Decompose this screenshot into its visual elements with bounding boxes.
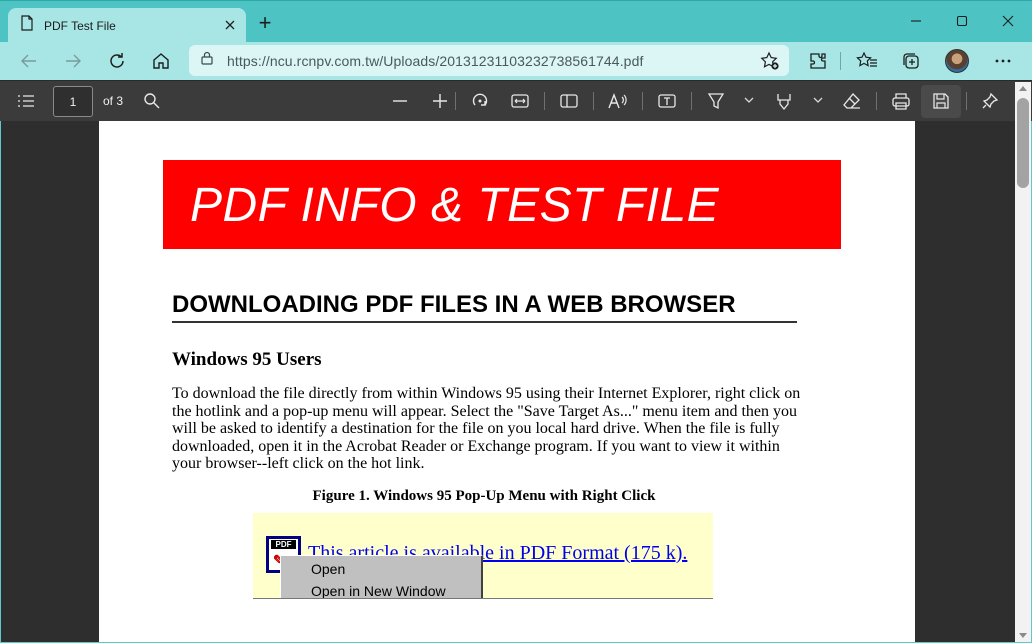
contents-icon[interactable] <box>15 90 37 112</box>
close-tab-icon[interactable] <box>222 17 238 33</box>
url-text[interactable]: https://ncu.rcnpv.com.tw/Uploads/2013123… <box>227 53 643 69</box>
lock-icon[interactable] <box>201 51 213 70</box>
title-banner: PDF INFO & TEST FILE <box>163 160 841 249</box>
profile-avatar[interactable] <box>945 49 969 73</box>
chevron-down-icon[interactable] <box>744 95 754 107</box>
pdf-page: PDF INFO & TEST FILE DOWNLOADING PDF FIL… <box>99 121 915 642</box>
chevron-down-icon[interactable] <box>813 95 823 107</box>
close-icon[interactable] <box>998 11 1018 31</box>
refresh-icon[interactable] <box>105 49 129 73</box>
body-paragraph: To download the file directly from withi… <box>172 385 801 472</box>
search-icon[interactable] <box>141 90 163 112</box>
fit-page-icon[interactable] <box>509 90 531 112</box>
title-bar: PDF Test File + <box>0 0 1032 43</box>
scroll-down-icon[interactable] <box>1019 633 1027 638</box>
navigation-bar: https://ncu.rcnpv.com.tw/Uploads/2013123… <box>0 42 1032 80</box>
read-aloud-icon[interactable] <box>607 90 629 112</box>
erase-icon[interactable] <box>841 90 863 112</box>
scroll-thumb[interactable] <box>1017 98 1029 188</box>
extensions-icon[interactable] <box>806 49 830 73</box>
context-menu: Open Open in New Window <box>280 555 483 599</box>
figure-image: PDF ✎ This article is available in PDF F… <box>253 513 713 599</box>
browser-tab[interactable]: PDF Test File <box>8 8 246 43</box>
back-icon[interactable] <box>17 49 41 73</box>
pdf-toolbar: 1 of 3 <box>0 80 1032 121</box>
menu-item-open-new-window: Open in New Window <box>311 583 446 599</box>
more-icon[interactable] <box>991 49 1015 73</box>
collections-icon[interactable] <box>899 49 923 73</box>
section-heading: DOWNLOADING PDF FILES IN A WEB BROWSER <box>172 291 797 323</box>
text-icon[interactable] <box>656 90 678 112</box>
favorites-icon[interactable] <box>855 49 879 73</box>
pdf-icon-label: PDF <box>271 540 296 549</box>
zoom-out-icon[interactable] <box>389 90 411 112</box>
tab-title: PDF Test File <box>44 18 116 33</box>
scroll-up-icon[interactable] <box>1019 86 1027 91</box>
figure-caption: Figure 1. Windows 95 Pop-Up Menu with Ri… <box>312 488 656 504</box>
document-icon <box>20 15 34 36</box>
banner-title: PDF INFO & TEST FILE <box>190 179 720 232</box>
minimize-icon[interactable] <box>906 11 926 31</box>
maximize-icon[interactable] <box>952 11 972 31</box>
draw-icon[interactable] <box>773 90 795 112</box>
vertical-scrollbar[interactable] <box>1015 82 1031 642</box>
highlight-icon[interactable] <box>705 90 727 112</box>
subheading: Windows 95 Users <box>172 349 322 370</box>
save-icon[interactable] <box>930 90 952 112</box>
pin-icon[interactable] <box>979 90 1001 112</box>
zoom-in-icon[interactable] <box>429 90 451 112</box>
address-bar[interactable]: https://ncu.rcnpv.com.tw/Uploads/2013123… <box>189 45 789 76</box>
forward-icon[interactable] <box>61 49 85 73</box>
add-favorite-icon[interactable] <box>760 51 780 76</box>
rotate-icon[interactable] <box>469 90 491 112</box>
pdf-viewer[interactable]: PDF INFO & TEST FILE DOWNLOADING PDF FIL… <box>1 121 1015 642</box>
print-icon[interactable] <box>890 90 912 112</box>
page-count: of 3 <box>103 94 124 108</box>
new-tab-button[interactable]: + <box>255 12 275 34</box>
menu-item-open: Open <box>311 561 346 577</box>
page-view-icon[interactable] <box>558 90 580 112</box>
home-icon[interactable] <box>149 49 173 73</box>
page-number-input[interactable]: 1 <box>53 86 93 117</box>
